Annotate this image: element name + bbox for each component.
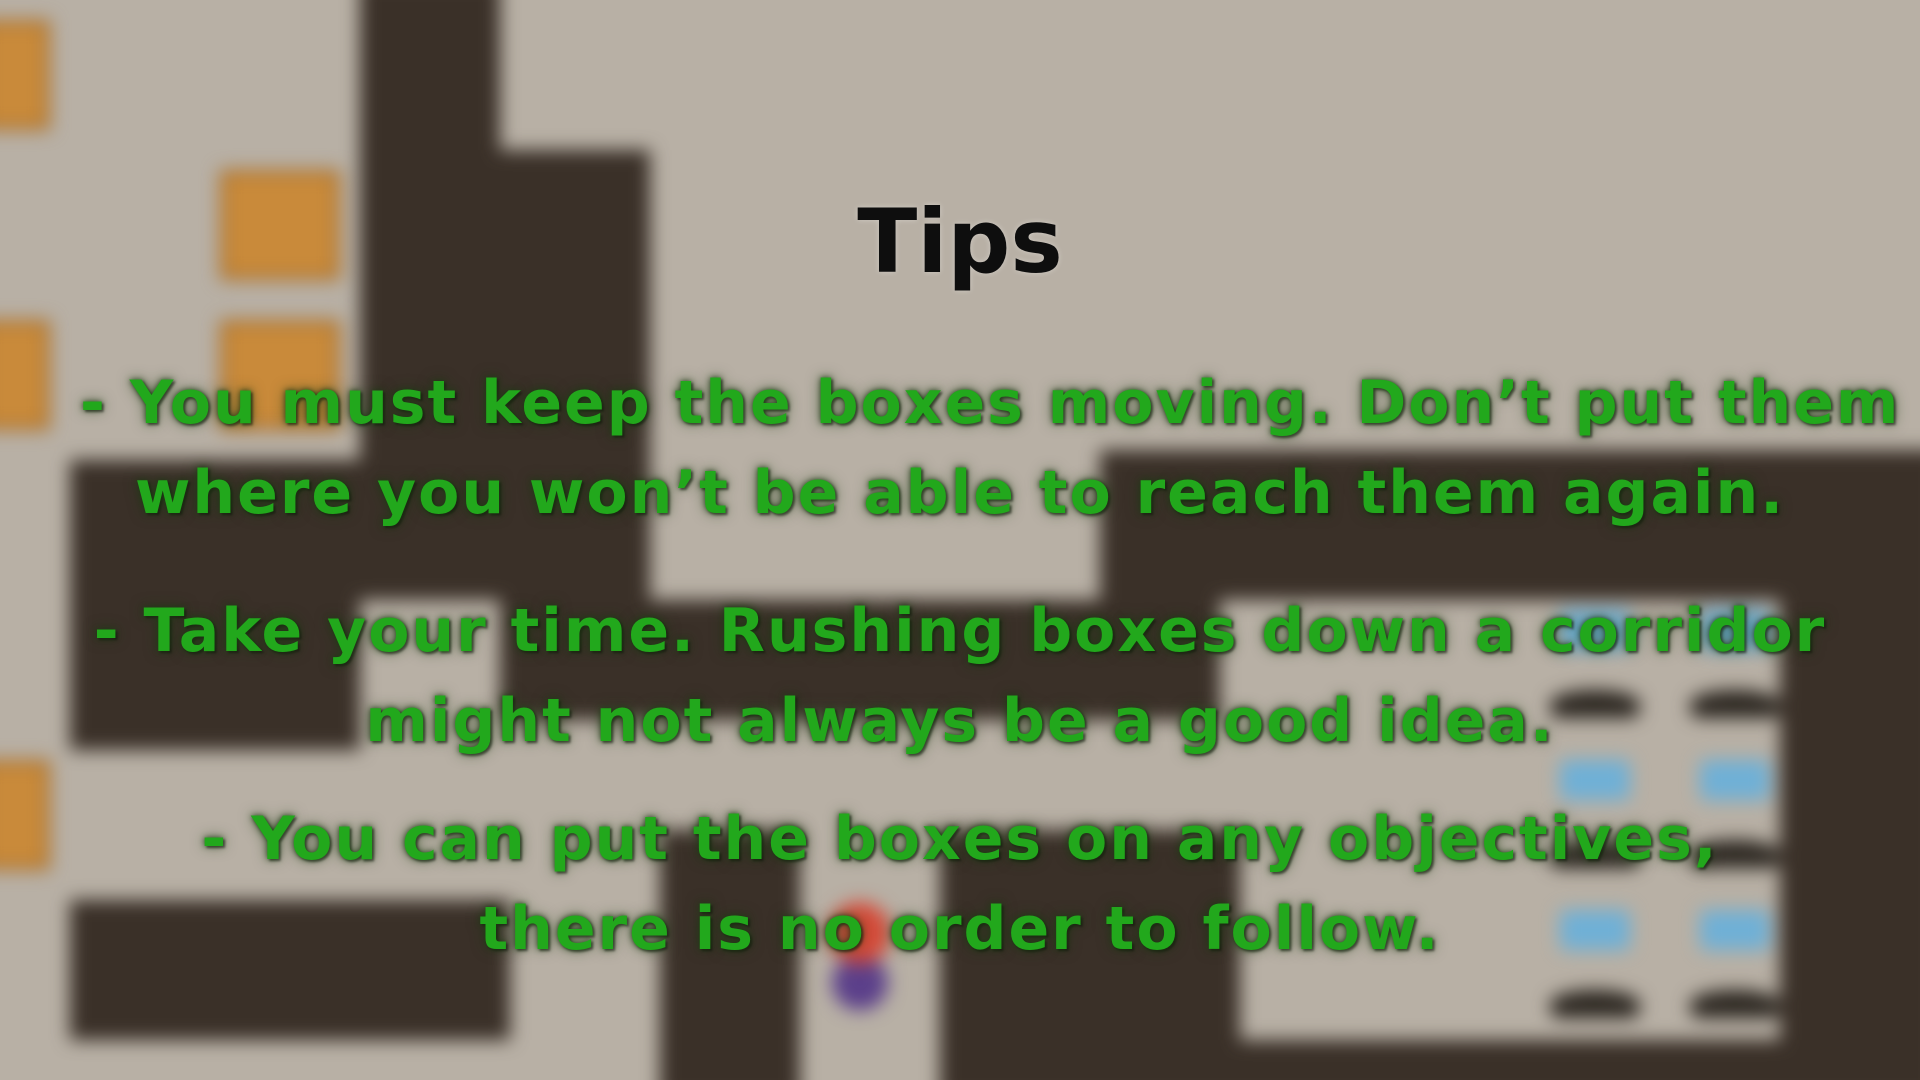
tip-item: - You must keep the boxes moving. Don’t … bbox=[80, 358, 1901, 538]
tip-line: there is no order to follow. bbox=[479, 894, 1441, 964]
tips-overlay: Tips - You must keep the boxes moving. D… bbox=[0, 0, 1920, 1080]
tip-item: - Take your time. Rushing boxes down a c… bbox=[80, 586, 1840, 766]
tip-line: - Take your time. Rushing boxes down a c… bbox=[93, 596, 1827, 666]
tip-line: might not always be a good idea. bbox=[365, 686, 1555, 756]
tip-line: - You can put the boxes on any objective… bbox=[201, 804, 1719, 874]
tip-item: - You can put the boxes on any objective… bbox=[80, 794, 1840, 974]
tips-title: Tips bbox=[857, 190, 1063, 293]
tip-line: where you won’t be able to reach them ag… bbox=[134, 458, 1786, 528]
tip-line: - You must keep the boxes moving. Don’t … bbox=[80, 368, 1901, 438]
